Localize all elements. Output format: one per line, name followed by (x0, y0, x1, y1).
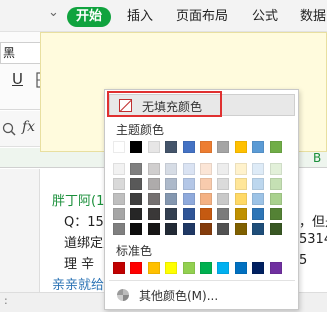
theme-shade-swatch[interactable] (130, 223, 142, 235)
theme-shade-swatch[interactable] (235, 163, 247, 175)
theme-color-swatch[interactable] (270, 141, 282, 153)
theme-shade-swatch[interactable] (270, 163, 282, 175)
tab-formulas[interactable]: 公式 (252, 7, 278, 27)
theme-shade-swatch[interactable] (235, 178, 247, 190)
more-colors-option[interactable]: 其他颜色(M)... (109, 284, 295, 306)
theme-shade-swatch[interactable] (130, 178, 142, 190)
theme-shade-swatch[interactable] (113, 193, 125, 205)
theme-shade-swatch[interactable] (130, 193, 142, 205)
theme-color-swatch[interactable] (113, 141, 125, 153)
theme-shade-swatch[interactable] (217, 178, 229, 190)
fx-label[interactable]: fx (22, 119, 35, 135)
theme-shade-swatch[interactable] (165, 193, 177, 205)
standard-colors-label: 标准色 (116, 244, 153, 258)
theme-shade-swatch[interactable] (113, 178, 125, 190)
standard-color-swatch[interactable] (130, 262, 142, 274)
menu-tab-bar: ⌄ 开始 插入 页面布局 公式 数据 (0, 0, 327, 32)
theme-shade-swatch[interactable] (217, 163, 229, 175)
theme-shade-swatch[interactable] (200, 193, 212, 205)
theme-shade-swatch[interactable] (130, 163, 142, 175)
theme-color-swatch[interactable] (235, 141, 247, 153)
cell-fragment-2: 5314 (299, 232, 327, 247)
theme-color-swatch[interactable] (252, 141, 264, 153)
theme-color-swatch[interactable] (200, 141, 212, 153)
theme-shade-swatch[interactable] (148, 193, 160, 205)
cell-fragment-3: 5 (299, 253, 308, 268)
theme-shade-swatch[interactable] (148, 178, 160, 190)
theme-shade-swatch[interactable] (165, 208, 177, 220)
theme-shade-swatch[interactable] (113, 223, 125, 235)
row-header-column (0, 169, 40, 312)
more-colors-label: 其他颜色(M)... (139, 289, 219, 303)
theme-color-swatch[interactable] (148, 141, 160, 153)
cell-fragment-1: ，但是 (299, 215, 327, 230)
theme-colors-label: 主题颜色 (116, 123, 165, 137)
tab-insert[interactable]: 插入 (127, 7, 153, 27)
zoom-icon[interactable] (2, 122, 16, 136)
theme-shade-swatch[interactable] (165, 223, 177, 235)
cell-line-5: 亲亲就给 (52, 278, 105, 293)
standard-color-swatch[interactable] (252, 262, 264, 274)
tab-page-layout[interactable]: 页面布局 (176, 7, 228, 27)
theme-shade-swatch[interactable] (165, 178, 177, 190)
theme-shade-swatch[interactable] (270, 208, 282, 220)
status-dot: : (4, 294, 8, 307)
theme-shade-swatch[interactable] (165, 163, 177, 175)
theme-shade-swatch[interactable] (270, 178, 282, 190)
tab-data[interactable]: 数据 (300, 7, 326, 27)
theme-shade-swatch[interactable] (252, 208, 264, 220)
theme-shade-swatch[interactable] (130, 208, 142, 220)
chevron-down-icon[interactable]: ⌄ (48, 5, 59, 20)
theme-shade-swatch[interactable] (200, 223, 212, 235)
theme-shade-swatch[interactable] (235, 193, 247, 205)
standard-color-swatch[interactable] (217, 262, 229, 274)
theme-color-swatch[interactable] (165, 141, 177, 153)
theme-shade-swatch[interactable] (200, 163, 212, 175)
theme-shade-swatch[interactable] (217, 193, 229, 205)
theme-shade-swatch[interactable] (252, 223, 264, 235)
standard-color-swatch[interactable] (148, 262, 160, 274)
theme-color-swatch[interactable] (183, 141, 195, 153)
theme-shade-swatch[interactable] (200, 178, 212, 190)
theme-shade-swatch[interactable] (252, 178, 264, 190)
theme-shade-swatch[interactable] (183, 178, 195, 190)
standard-color-swatch[interactable] (235, 262, 247, 274)
column-header-b[interactable]: B (313, 151, 321, 165)
theme-shade-swatch[interactable] (270, 223, 282, 235)
theme-shade-swatch[interactable] (252, 193, 264, 205)
theme-shade-swatch[interactable] (252, 163, 264, 175)
theme-color-swatch[interactable] (217, 141, 229, 153)
theme-shade-swatch[interactable] (217, 223, 229, 235)
theme-shade-swatch[interactable] (148, 163, 160, 175)
standard-color-swatch[interactable] (113, 262, 125, 274)
standard-color-swatch[interactable] (270, 262, 282, 274)
tab-home[interactable]: 开始 (67, 7, 112, 27)
standard-color-swatch[interactable] (165, 262, 177, 274)
menu-divider (109, 280, 295, 281)
theme-shade-swatch[interactable] (217, 208, 229, 220)
theme-shade-swatch[interactable] (270, 193, 282, 205)
theme-shade-swatch[interactable] (148, 208, 160, 220)
theme-shade-swatch[interactable] (183, 163, 195, 175)
highlight-box (107, 91, 222, 117)
theme-shade-swatch[interactable] (200, 208, 212, 220)
theme-shade-swatch[interactable] (113, 208, 125, 220)
standard-color-swatch[interactable] (183, 262, 195, 274)
standard-color-swatch[interactable] (200, 262, 212, 274)
fill-color-dropdown: 无填充颜色 主题颜色 标准色 其他颜色(M)... (104, 89, 299, 310)
theme-color-swatch[interactable] (130, 141, 142, 153)
theme-shade-swatch[interactable] (235, 223, 247, 235)
theme-shade-swatch[interactable] (183, 208, 195, 220)
theme-shade-swatch[interactable] (183, 193, 195, 205)
cell-line-4: 理 辛 (64, 257, 95, 272)
theme-shade-swatch[interactable] (183, 223, 195, 235)
underline-button[interactable]: U (12, 70, 23, 88)
theme-shade-swatch[interactable] (113, 163, 125, 175)
theme-shade-swatch[interactable] (235, 208, 247, 220)
font-name-value: 黑 (3, 46, 16, 60)
color-wheel-icon (117, 289, 129, 301)
theme-shade-swatch[interactable] (148, 223, 160, 235)
